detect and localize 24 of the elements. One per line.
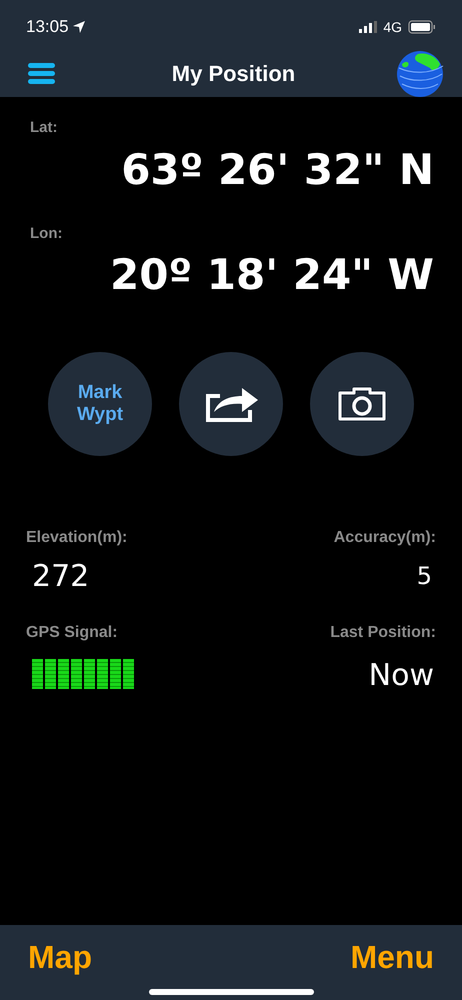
signal-icon bbox=[359, 21, 378, 33]
stat-value: 272 bbox=[32, 558, 90, 596]
last-position-label: Last Position: bbox=[330, 623, 436, 643]
coordinate-label: Lat: bbox=[30, 118, 58, 138]
stat-value: 5 bbox=[416, 561, 432, 592]
location-arrow-icon bbox=[72, 21, 85, 33]
mark-waypoint-button[interactable]: Mark Wypt bbox=[48, 352, 152, 456]
battery-icon bbox=[408, 20, 436, 34]
menu-icon[interactable] bbox=[28, 63, 55, 84]
stat-label: Accuracy(m): bbox=[334, 528, 436, 548]
network-label: 4G bbox=[383, 18, 402, 36]
status-time: 13:05 bbox=[26, 16, 69, 38]
globe-icon[interactable] bbox=[396, 50, 444, 98]
coordinate-value: 63º 26' 32" N bbox=[121, 144, 434, 196]
page-title: My Position bbox=[172, 60, 296, 88]
share-icon bbox=[204, 386, 258, 422]
menu-button[interactable]: Menu bbox=[350, 933, 434, 981]
camera-icon bbox=[338, 387, 386, 421]
stat-label: Elevation(m): bbox=[26, 528, 128, 548]
last-position-value: Now bbox=[368, 657, 434, 695]
gps-signal-label: GPS Signal: bbox=[26, 623, 118, 643]
coordinate-label: Lon: bbox=[30, 224, 62, 244]
map-button[interactable]: Map bbox=[28, 933, 92, 981]
coordinate-value: 20º 18' 24" W bbox=[110, 249, 434, 301]
